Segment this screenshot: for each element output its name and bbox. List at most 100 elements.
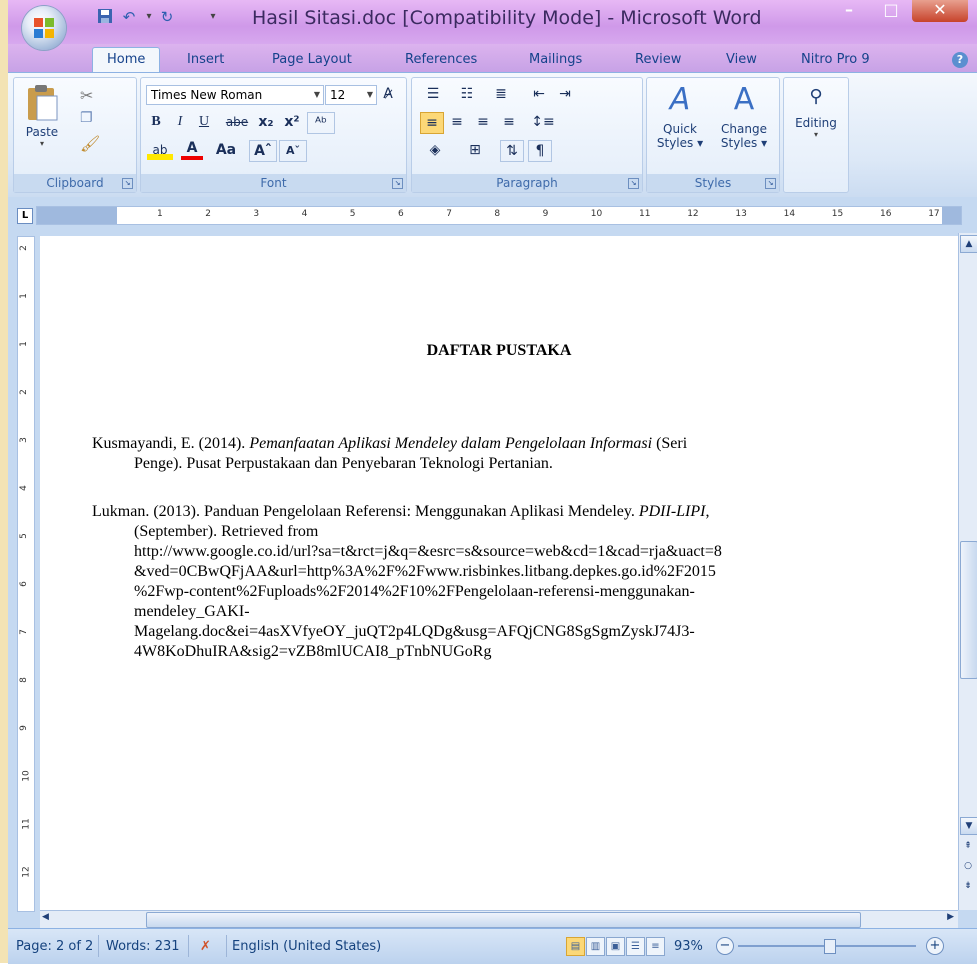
full-screen-reading-icon[interactable]: ▥ <box>586 937 605 956</box>
language-status[interactable]: English (United States) <box>232 939 381 954</box>
paragraph-dialog-launcher[interactable]: ↘ <box>628 178 639 189</box>
bold-button[interactable]: B <box>147 112 165 132</box>
format-painter-icon[interactable]: 🖌 <box>80 134 100 153</box>
ruler-number: 2 <box>18 389 29 395</box>
draft-view-icon[interactable]: ≡ <box>646 937 665 956</box>
change-styles-button[interactable]: A Change Styles ▾ <box>713 82 775 154</box>
quick-styles-button[interactable]: A Quick Styles ▾ <box>651 82 709 154</box>
tab-view[interactable]: View <box>726 52 757 67</box>
align-right-icon[interactable]: ≡ <box>472 112 494 132</box>
editing-button[interactable]: ⚲ Editing ▾ <box>790 86 842 156</box>
paste-button[interactable]: Paste ▾ <box>22 84 62 148</box>
scroll-down-button[interactable]: ▼ <box>960 817 977 835</box>
tab-page-layout[interactable]: Page Layout <box>272 52 352 67</box>
chevron-down-icon: ▼ <box>313 90 320 99</box>
web-layout-icon[interactable]: ▣ <box>606 937 625 956</box>
document-page[interactable]: DAFTAR PUSTAKA Kusmayandi, E. (2014). Pe… <box>40 236 958 910</box>
strikethrough-button[interactable]: abe <box>223 112 251 132</box>
clipboard-dialog-launcher[interactable]: ↘ <box>122 178 133 189</box>
clear-formatting-icon[interactable]: A̷ <box>377 84 399 104</box>
help-icon[interactable]: ? <box>952 52 968 68</box>
change-case-button[interactable]: Aa <box>211 140 241 160</box>
styles-dialog-launcher[interactable]: ↘ <box>765 178 776 189</box>
increase-indent-icon[interactable]: ⇥ <box>554 84 576 104</box>
previous-page-icon[interactable]: ⇞ <box>960 838 976 854</box>
italic-button[interactable]: I <box>171 112 189 132</box>
ruler-number: 8 <box>494 209 501 219</box>
ribbon: Paste ▾ ✂ ❐ 🖌 Clipboard ↘ Times New Roma… <box>8 72 977 198</box>
page-count[interactable]: Page: 2 of 2 <box>16 939 93 954</box>
print-layout-view-icon[interactable]: ▤ <box>566 937 585 956</box>
vertical-scroll-thumb[interactable] <box>960 541 977 679</box>
horizontal-scrollbar[interactable]: ◀ ▶ <box>40 910 958 928</box>
underline-button[interactable]: U <box>195 112 213 132</box>
zoom-in-button[interactable]: + <box>926 937 944 955</box>
tab-home[interactable]: Home <box>92 47 161 73</box>
quick-styles-icon: A <box>669 82 691 117</box>
shrink-font-button[interactable]: Aˇ <box>279 140 307 162</box>
next-page-icon[interactable]: ⇟ <box>960 878 976 894</box>
vertical-ruler[interactable]: 2 1 1 2 3 4 5 6 7 8 9 10 11 12 <box>17 236 35 912</box>
text-highlight-button[interactable]: ab <box>147 140 173 160</box>
proofing-icon[interactable]: ✗ <box>200 939 211 954</box>
outline-view-icon[interactable]: ☰ <box>626 937 645 956</box>
scroll-up-button[interactable]: ▲ <box>960 235 977 253</box>
multilevel-list-icon[interactable]: ≣ <box>488 84 514 104</box>
scroll-right-button[interactable]: ▶ <box>947 912 954 922</box>
maximize-button[interactable]: □ <box>876 0 906 22</box>
horizontal-ruler[interactable]: 1 2 3 4 5 6 7 8 9 10 11 12 13 14 15 16 17 <box>36 206 962 225</box>
show-hide-button[interactable]: ¶ <box>528 140 552 162</box>
decrease-indent-icon[interactable]: ⇤ <box>528 84 550 104</box>
undo-dropdown-icon[interactable]: ▾ <box>140 8 158 26</box>
shading-icon[interactable]: ◈ <box>420 140 450 160</box>
ruler-number: 3 <box>253 209 260 219</box>
font-dialog-launcher[interactable]: ↘ <box>392 178 403 189</box>
align-left-icon[interactable]: ≡ <box>420 112 444 134</box>
page-heading: DAFTAR PUSTAKA <box>426 342 572 359</box>
font-size-combo[interactable]: 12 ▼ <box>325 85 377 105</box>
sort-icon[interactable]: ⇅ <box>500 140 524 162</box>
ruler-number: 17 <box>928 209 940 219</box>
office-button[interactable] <box>22 6 66 50</box>
horizontal-scroll-thumb[interactable] <box>146 912 861 928</box>
reference-entry: Lukman. (2013). Panduan Pengelolaan Refe… <box>92 502 932 662</box>
ruler-number: 1 <box>157 209 163 219</box>
reference-line: &ved=0CBwQFjAA&url=http%3A%2F%2Fwww.risb… <box>134 563 716 580</box>
vertical-scrollbar[interactable]: ▲ ▼ ⇞ ○ ⇟ <box>958 233 977 910</box>
select-browse-object-icon[interactable]: ○ <box>960 858 976 874</box>
justify-icon[interactable]: ≡ <box>498 112 520 132</box>
cut-icon[interactable]: ✂ <box>80 86 93 105</box>
redo-icon[interactable]: ↻ <box>158 8 176 26</box>
styles-group: A Quick Styles ▾ A Change Styles ▾ Style… <box>646 77 780 193</box>
zoom-out-button[interactable]: − <box>716 937 734 955</box>
copy-icon[interactable]: ❐ <box>80 110 93 126</box>
minimize-button[interactable]: – <box>834 0 864 22</box>
close-button[interactable]: ✕ <box>912 0 968 22</box>
tab-insert[interactable]: Insert <box>187 52 224 67</box>
zoom-slider-thumb[interactable] <box>824 939 836 954</box>
numbering-icon[interactable]: ☷ <box>454 84 480 104</box>
superscript-button[interactable]: x² <box>281 112 303 132</box>
zoom-level[interactable]: 93% <box>674 939 703 954</box>
customize-qat-icon[interactable]: ▾ <box>204 8 222 26</box>
font-color-button[interactable]: A <box>181 140 203 160</box>
undo-icon[interactable]: ↶ <box>120 8 138 26</box>
word-count[interactable]: Words: 231 <box>106 939 180 954</box>
scroll-left-button[interactable]: ◀ <box>42 912 49 922</box>
align-center-icon[interactable]: ≡ <box>446 112 468 132</box>
tab-selector-button[interactable]: L <box>17 208 33 224</box>
tab-review[interactable]: Review <box>635 52 681 67</box>
tab-nitro-pro[interactable]: Nitro Pro 9 <box>801 52 870 67</box>
bullets-icon[interactable]: ☰ <box>420 84 446 104</box>
font-name-value: Times New Roman <box>151 88 263 102</box>
borders-icon[interactable]: ⊞ <box>458 140 492 160</box>
save-icon[interactable] <box>96 8 114 26</box>
line-spacing-icon[interactable]: ↕≡ <box>528 112 558 132</box>
tab-mailings[interactable]: Mailings <box>529 52 582 67</box>
tab-references[interactable]: References <box>405 52 477 67</box>
subscript-button[interactable]: x₂ <box>255 112 277 132</box>
paste-dropdown-icon[interactable]: ▾ <box>22 139 62 148</box>
change-case-icon[interactable]: ᴬᵇ <box>307 112 335 134</box>
grow-font-button[interactable]: Aˆ <box>249 140 277 162</box>
font-name-combo[interactable]: Times New Roman ▼ <box>146 85 324 105</box>
